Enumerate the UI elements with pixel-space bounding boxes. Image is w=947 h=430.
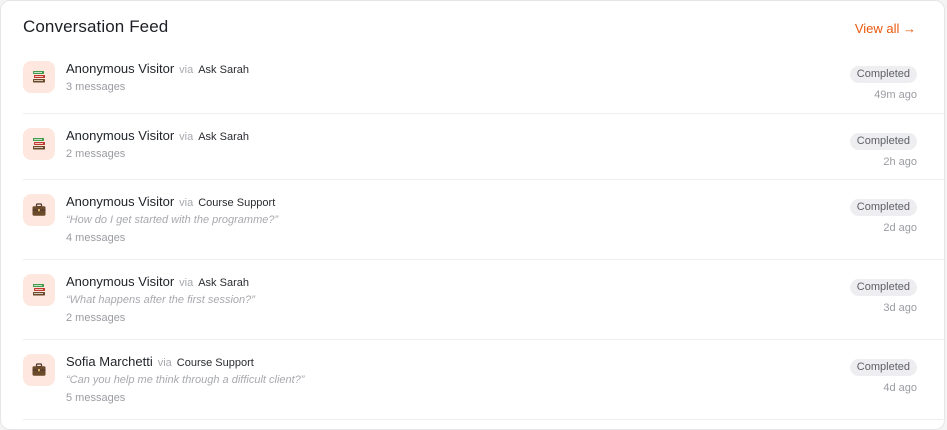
books-icon	[23, 61, 55, 93]
message-count: 4 messages	[66, 232, 126, 244]
via-label: via	[179, 197, 194, 209]
message-preview: “How do I get started with the programme…	[66, 214, 279, 226]
via-label: via	[179, 131, 194, 143]
visitor-name: Anonymous Visitor	[66, 61, 175, 76]
agent-name: Course Support	[176, 357, 254, 369]
status-badge: Completed	[849, 279, 917, 296]
conversation-feed-card: Conversation Feed View all → Anonymous V…	[0, 0, 945, 430]
visitor-name: Anonymous Visitor	[66, 194, 175, 209]
feed-title: Conversation Feed	[23, 17, 169, 36]
message-count: 3 messages	[66, 81, 126, 93]
timestamp: 49m ago	[874, 89, 917, 101]
timestamp: 3d ago	[883, 302, 917, 314]
timestamp: 4d ago	[883, 382, 917, 394]
visitor-name: Anonymous Visitor	[66, 128, 175, 143]
agent-name: Ask Sarah	[198, 64, 249, 76]
visitor-name: Sofia Marchetti	[66, 354, 153, 369]
message-count: 2 messages	[66, 312, 126, 324]
status-badge: Completed	[849, 66, 917, 83]
feed-header: Conversation Feed View all →	[23, 17, 916, 41]
agent-name: Ask Sarah	[198, 277, 249, 289]
message-count: 5 messages	[66, 392, 126, 404]
via-label: via	[179, 277, 194, 289]
visitor-name: Anonymous Visitor	[66, 274, 175, 289]
agent-name: Ask Sarah	[198, 131, 249, 143]
timestamp: 2h ago	[883, 156, 917, 168]
message-preview: “What happens after the first session?”	[66, 294, 255, 306]
briefcase-icon	[23, 354, 55, 386]
view-all-link[interactable]: View all →	[855, 21, 916, 36]
timestamp: 2d ago	[883, 222, 917, 234]
briefcase-icon	[23, 194, 55, 226]
status-badge: Completed	[849, 133, 917, 150]
conversation-row[interactable]: Anonymous Visitor via Ask Sarah 2 messages…	[1, 114, 944, 180]
message-count: 2 messages	[66, 148, 126, 160]
conversation-row[interactable]: Anonymous Visitor via Ask Sarah “What happ…	[1, 260, 944, 340]
conversation-row[interactable]: Anonymous Visitor via Ask Sarah 3 messages…	[1, 47, 944, 114]
books-icon	[23, 128, 55, 160]
via-label: via	[157, 357, 172, 369]
status-badge: Completed	[849, 359, 917, 376]
agent-name: Course Support	[198, 197, 276, 209]
status-badge: Completed	[849, 199, 917, 216]
message-preview: “Can you help me think through a difficu…	[66, 374, 305, 386]
via-label: via	[179, 64, 194, 76]
books-icon	[23, 274, 55, 306]
conversation-row[interactable]: Anonymous Visitor via Course Support “How …	[1, 180, 944, 260]
conversation-row[interactable]: Sofia Marchetti via Course Support “Can yo…	[1, 340, 944, 420]
